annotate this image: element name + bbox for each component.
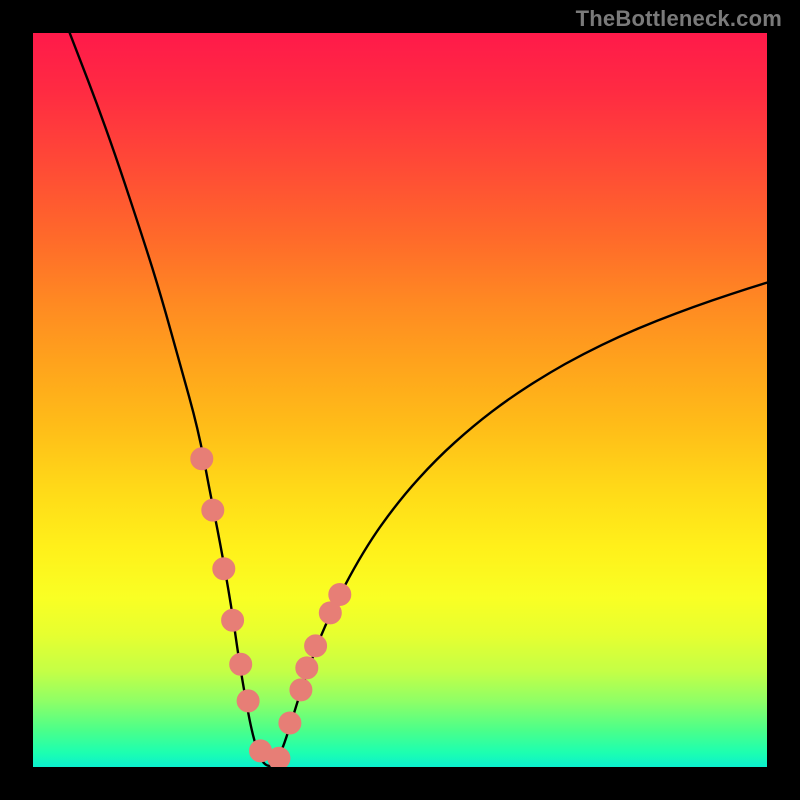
marker-dot [230, 653, 252, 675]
marker-dot [213, 558, 235, 580]
marker-dot [237, 690, 259, 712]
plot-svg [33, 33, 767, 767]
marker-dot [268, 747, 290, 767]
marker-dot [222, 609, 244, 631]
marker-dot [279, 712, 301, 734]
plot-area [33, 33, 767, 767]
marker-dot [191, 448, 213, 470]
marker-dot [202, 499, 224, 521]
highlight-markers [191, 448, 351, 767]
bottleneck-curve [70, 33, 767, 766]
watermark-text: TheBottleneck.com [576, 6, 782, 32]
marker-dot [290, 679, 312, 701]
marker-dot [296, 657, 318, 679]
chart-frame: TheBottleneck.com [0, 0, 800, 800]
marker-dot [329, 584, 351, 606]
marker-dot [305, 635, 327, 657]
